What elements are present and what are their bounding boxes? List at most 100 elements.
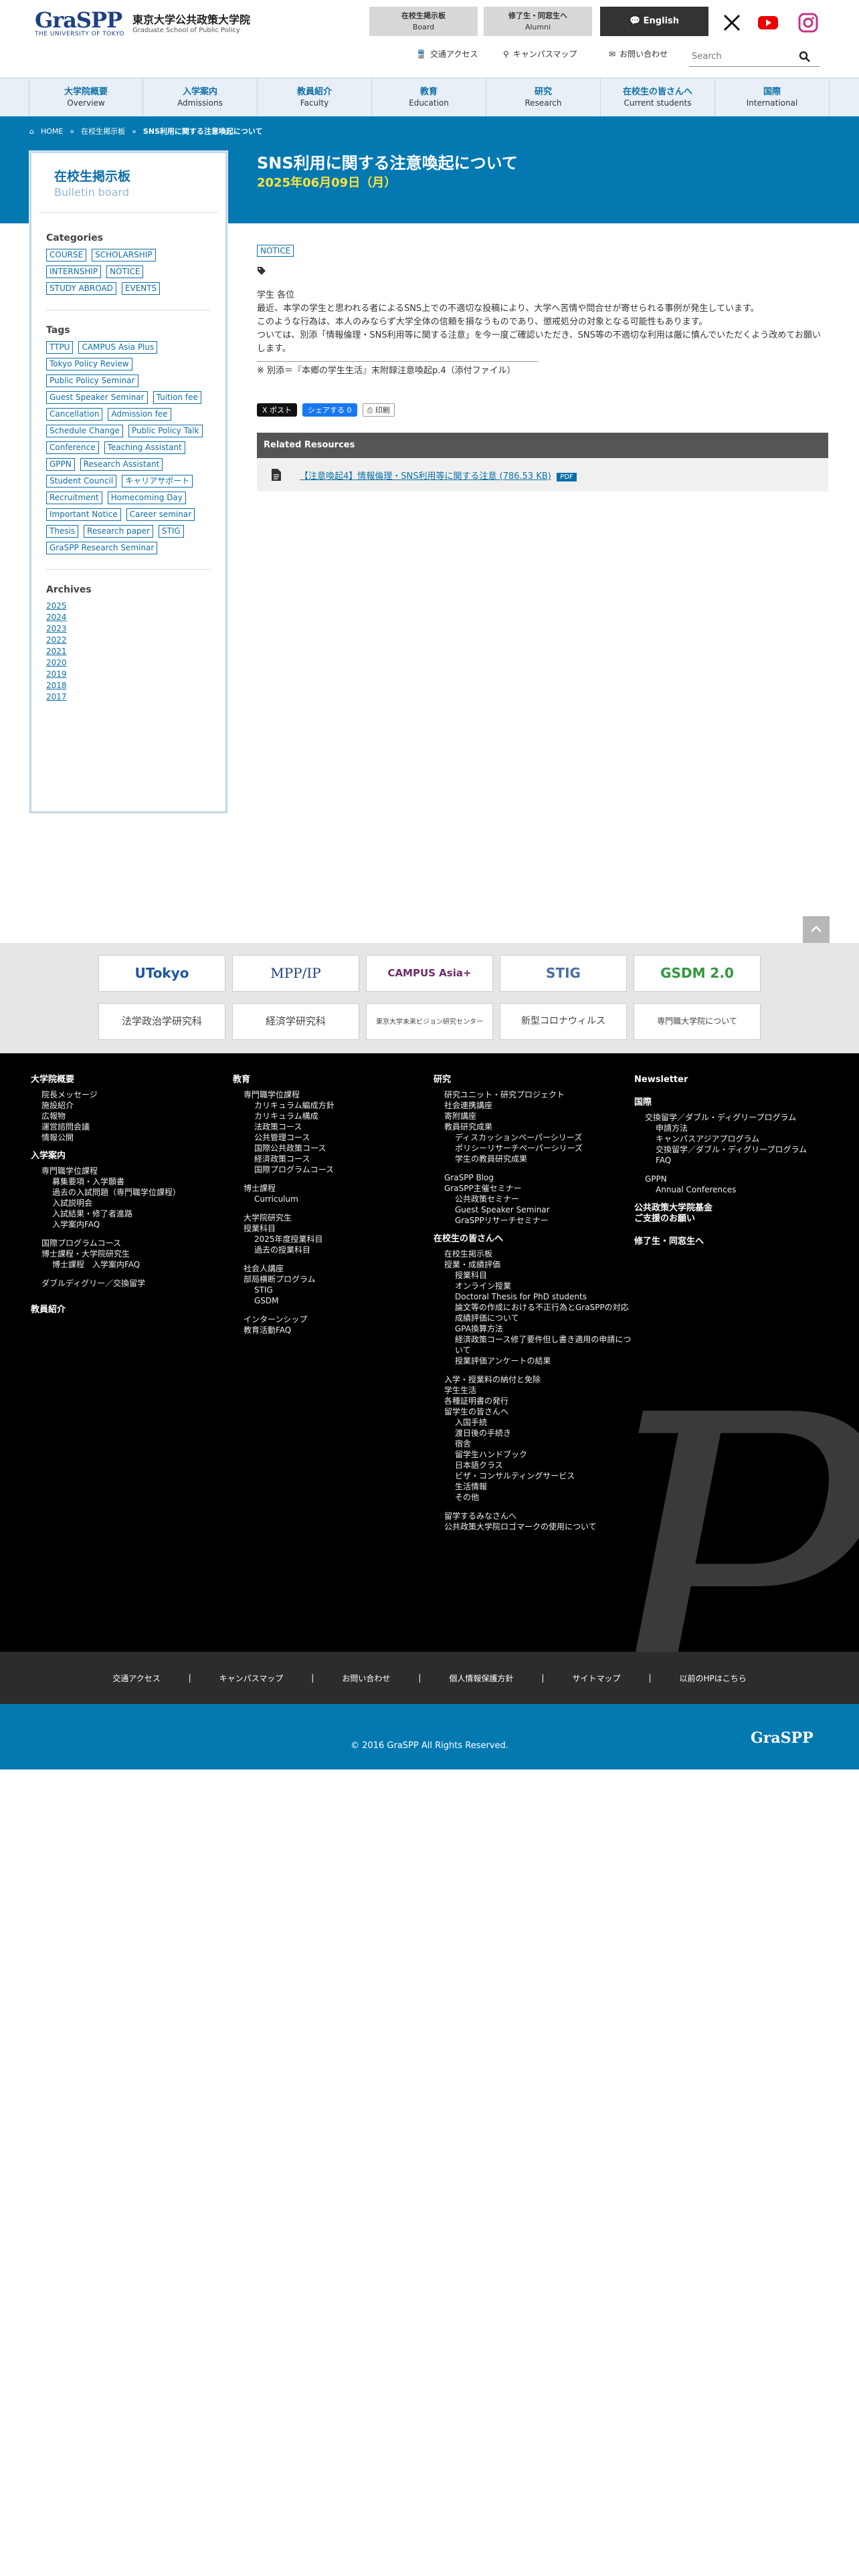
footer-link[interactable]: 各種証明書の発行 (434, 1396, 634, 1406)
footer-link[interactable]: 入国手続 (434, 1417, 634, 1428)
archive-link[interactable]: 2020 (46, 657, 211, 669)
footer-link[interactable]: 専門職学位課程 (31, 1166, 205, 1176)
tag-link[interactable]: Schedule Change (46, 425, 123, 437)
footer-link[interactable]: 社会人講座 (233, 1263, 407, 1274)
tag-link[interactable]: Tokyo Policy Review (46, 358, 132, 370)
nav-research[interactable]: 研究 Research (486, 78, 601, 117)
footer-link[interactable]: GSDM (233, 1295, 407, 1306)
footer-link[interactable]: 留学するみなさんへ (434, 1511, 634, 1521)
footer-link[interactable]: 入試説明会 (31, 1198, 205, 1208)
banner-economics[interactable]: 経済学研究科 (232, 1003, 359, 1040)
footer-bar-link[interactable]: お問い合わせ (342, 1673, 390, 1684)
footer-link[interactable]: 在校生掲示板 (434, 1249, 634, 1259)
category-tag[interactable]: INTERNSHIP (46, 265, 102, 278)
category-tag[interactable]: EVENTS (121, 282, 161, 295)
banner-gsdm[interactable]: GSDM 2.0 (634, 955, 761, 992)
tag-link[interactable]: Student Council (46, 475, 117, 488)
nav-education[interactable]: 教育 Education (372, 78, 486, 117)
footer-link[interactable]: FAQ (634, 1155, 835, 1166)
footer-link[interactable]: 経済政策コース修了要件但し書き適用の申請について (434, 1334, 634, 1356)
tag-link[interactable]: Research Assistant (80, 458, 163, 471)
archive-link[interactable]: 2023 (46, 623, 211, 635)
footer-link[interactable]: GPPN (634, 1174, 835, 1184)
alumni-button[interactable]: 修了生・同窓生へ Alumni (484, 7, 592, 36)
banner-professional-school[interactable]: 専門職大学院について (634, 1003, 761, 1040)
banner-stig[interactable]: STIG (500, 955, 627, 992)
tag-link[interactable]: Guest Speaker Seminar (46, 391, 148, 404)
footer-link[interactable]: 公共管理コース (233, 1132, 407, 1143)
banner-utokyo[interactable]: UTokyo (98, 955, 225, 992)
tag-link[interactable]: キャリアサポート (122, 475, 193, 488)
footer-bar-link[interactable]: 個人情報保護方針 (449, 1673, 513, 1684)
footer-link[interactable]: 授業評価アンケートの結果 (434, 1356, 634, 1366)
footer-link[interactable]: 入試結果・修了者進路 (31, 1208, 205, 1219)
footer-link[interactable]: 入学・授業料の納付と免除 (434, 1374, 634, 1385)
tag-link[interactable]: STIG (158, 525, 184, 538)
category-badge[interactable]: NOTICE (257, 245, 294, 257)
footer-link[interactable]: 教員研究成果 (434, 1121, 634, 1132)
tag-link[interactable]: GraSPP Research Seminar (46, 542, 158, 554)
footer-logo[interactable]: GraSPP (751, 1729, 814, 1747)
footer-bar-link[interactable]: サイトマップ (572, 1673, 620, 1684)
tag-link[interactable]: TTPU (46, 341, 74, 354)
footer-link[interactable]: インターンシップ (233, 1314, 407, 1325)
tag-link[interactable]: Public Policy Talk (128, 425, 203, 437)
footer-link[interactable]: 交換留学／ダブル・ディグリープログラム (634, 1144, 835, 1155)
related-resource-link[interactable]: 【注意喚起4】情報倫理・SNS利用等に関する注意 (786.53 KB) (300, 471, 551, 481)
nav-faculty[interactable]: 教員紹介 Faculty (258, 78, 372, 117)
footer-link[interactable]: ビザ・コンサルティングサービス (434, 1471, 634, 1481)
footer-link[interactable]: GPA換算方法 (434, 1323, 634, 1334)
footer-link[interactable]: GraSPP Blog (434, 1172, 634, 1183)
footer-link[interactable]: キャンパスアジアプログラム (634, 1134, 835, 1144)
tag-link[interactable]: Career seminar (126, 508, 195, 521)
tag-link[interactable]: Recruitment (46, 492, 102, 504)
footer-link[interactable]: 院長メッセージ (31, 1089, 205, 1100)
footer-link[interactable]: 学生の教員研究成果 (434, 1154, 634, 1164)
footer-link[interactable]: 法政策コース (233, 1121, 407, 1132)
footer-link[interactable]: 論文等の作成における不正行為とGraSPPの対応 (434, 1302, 634, 1313)
footer-link[interactable]: 国際プログラムコース (31, 1238, 205, 1249)
footer-link[interactable]: 専門職学位課程 (233, 1089, 407, 1100)
tag-link[interactable]: Cancellation (46, 408, 103, 421)
campus-map-link[interactable]: ⚲ キャンパスマップ (503, 48, 577, 60)
footer-bar-link[interactable]: 以前のHPはこちら (680, 1673, 747, 1684)
nav-admissions[interactable]: 入学案内 Admissions (143, 78, 258, 117)
search-icon[interactable] (799, 51, 811, 63)
footer-link[interactable]: ディスカッションペーパーシリーズ (434, 1132, 634, 1143)
facebook-share-button[interactable]: シェアする 0 (302, 403, 357, 417)
youtube-icon[interactable] (757, 12, 779, 33)
footer-link[interactable]: 国際プログラムコース (233, 1164, 407, 1175)
footer-link[interactable]: GraSPP主催セミナー (434, 1183, 634, 1194)
board-button[interactable]: 在校生掲示板 Board (369, 7, 478, 36)
footer-link[interactable]: 公共政策大学院ロゴマークの使用について (434, 1521, 634, 1532)
tag-link[interactable]: Tuition fee (153, 391, 201, 404)
footer-link[interactable]: 2025年度授業科目 (233, 1234, 407, 1245)
footer-link[interactable]: 生活情報 (434, 1481, 634, 1492)
tag-link[interactable]: GPPN (46, 458, 75, 471)
footer-link[interactable]: Curriculum (233, 1194, 407, 1204)
footer-link[interactable]: 入学案内FAQ (31, 1219, 205, 1230)
footer-link[interactable]: 施設紹介 (31, 1100, 205, 1111)
banner-mpp-ip[interactable]: MPP/IP (232, 955, 359, 992)
english-button[interactable]: 💬 English (600, 7, 708, 36)
nav-overview[interactable]: 大学院概要 Overview (29, 78, 143, 117)
footer-link[interactable]: 過去の授業科目 (233, 1245, 407, 1255)
tag-link[interactable]: Teaching Assistant (104, 441, 185, 454)
footer-link[interactable]: 経済政策コース (233, 1154, 407, 1164)
x-post-button[interactable]: X ポスト (257, 403, 298, 417)
access-link[interactable]: 🚆 交通アクセス (416, 48, 478, 60)
footer-link[interactable]: ダブルディグリー／交換留学 (31, 1278, 205, 1289)
archive-link[interactable]: 2017 (46, 691, 211, 703)
archive-link[interactable]: 2019 (46, 669, 211, 680)
footer-link[interactable]: 成績評価について (434, 1313, 634, 1323)
footer-link[interactable]: 宿舎 (434, 1438, 634, 1449)
tag-link[interactable]: Thesis (46, 525, 79, 538)
footer-link[interactable]: 学生生活 (434, 1385, 634, 1396)
footer-link[interactable]: 博士課程・大学院研究生 (31, 1249, 205, 1259)
x-icon[interactable] (721, 12, 743, 33)
footer-link[interactable]: 社会連携講座 (434, 1100, 634, 1111)
tag-link[interactable]: Research paper (84, 525, 153, 538)
archive-link[interactable]: 2025 (46, 601, 211, 612)
nav-current-students[interactable]: 在校生の皆さんへ Current students (601, 78, 715, 117)
print-button[interactable]: ⎙ 印刷 (362, 403, 395, 417)
